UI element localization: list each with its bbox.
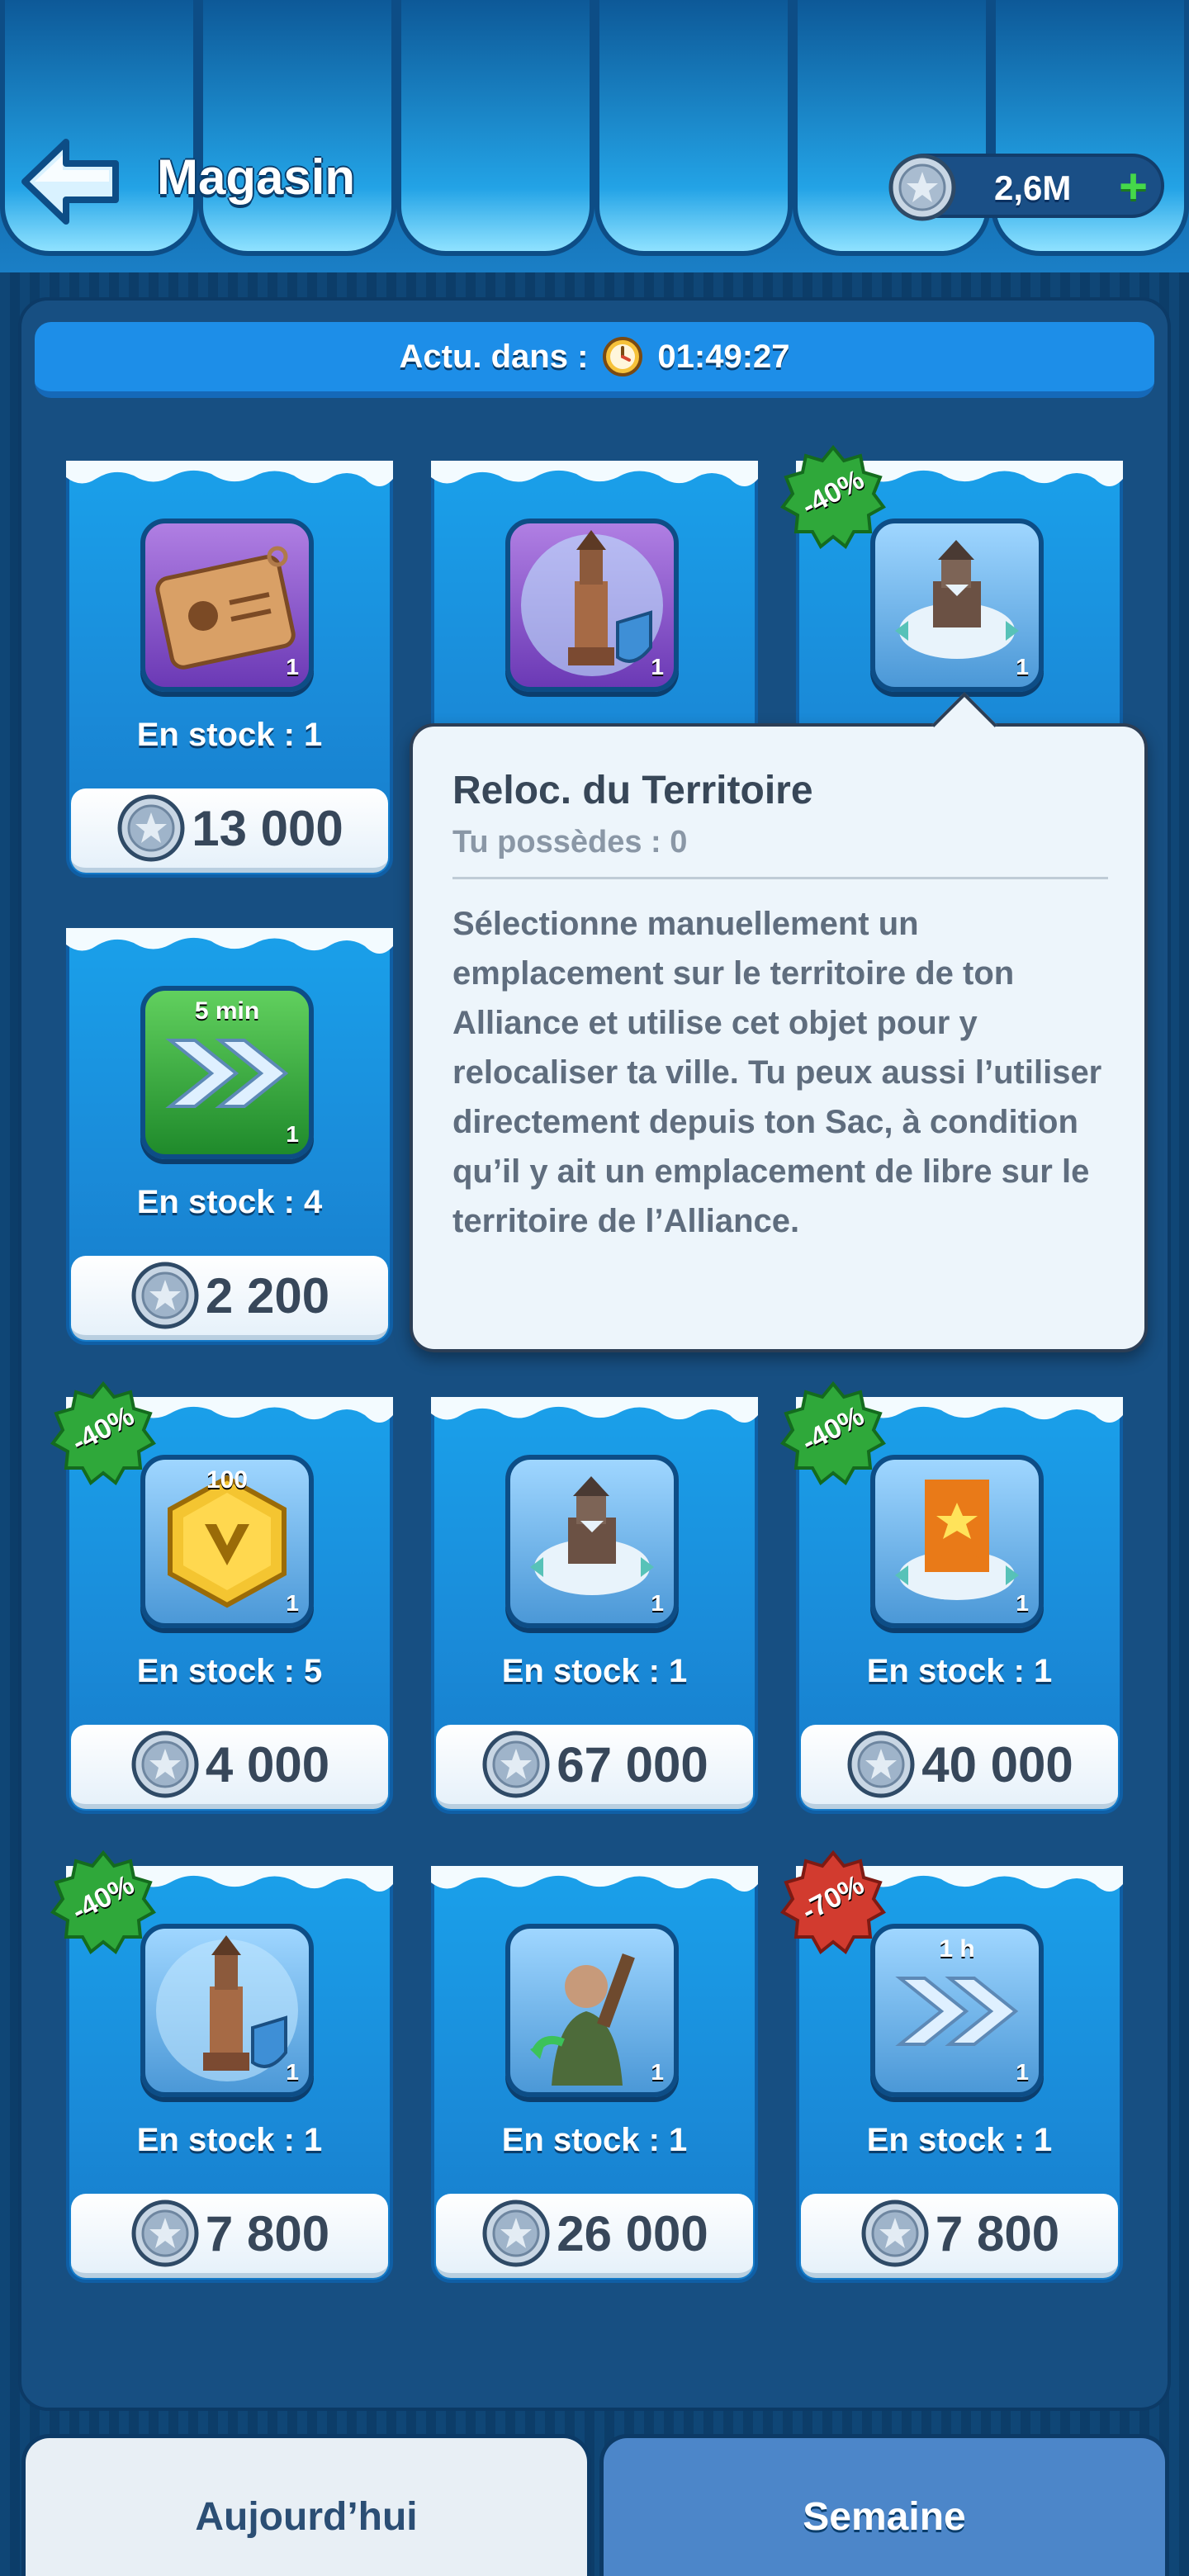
price-button[interactable]: 4 000 bbox=[71, 1725, 388, 1809]
silver-coin-icon bbox=[130, 1729, 201, 1800]
stock-label: En stock : 1 bbox=[136, 717, 323, 753]
discount-badge: -40% bbox=[779, 1380, 887, 1488]
tooltip-divider bbox=[452, 877, 1108, 879]
tab-week-label: Semaine bbox=[803, 2495, 966, 2539]
price-value: 67 000 bbox=[557, 1736, 708, 1792]
currency-amount: 2,6M bbox=[994, 168, 1072, 207]
price-button[interactable]: 7 800 bbox=[801, 2194, 1118, 2278]
price-value: 7 800 bbox=[935, 2205, 1060, 2261]
price-value: 4 000 bbox=[205, 1736, 330, 1792]
stock-label: En stock : 1 bbox=[866, 1653, 1053, 1689]
add-currency-button[interactable]: + bbox=[1119, 162, 1148, 211]
shop-item-card[interactable]: 1 En stock : 1 13 000 bbox=[66, 461, 393, 878]
gold-hexagon-icon: 100 1 bbox=[140, 1455, 314, 1628]
silver-coin-icon bbox=[846, 1729, 917, 1800]
discount-badge: -40% bbox=[50, 1849, 157, 1957]
price-button[interactable]: 2 200 bbox=[71, 1256, 388, 1340]
stock-label: En stock : 1 bbox=[501, 2122, 688, 2158]
silver-coin-icon bbox=[481, 2198, 552, 2269]
discount-badge: -40% bbox=[50, 1380, 157, 1488]
soldier-recruit-icon: 1 bbox=[505, 1924, 679, 2097]
shop-item-card[interactable]: 100 1 En stock : 5 4 000 -40% bbox=[66, 1397, 393, 1814]
clock-icon bbox=[603, 337, 643, 376]
shop-item-card[interactable]: 1 En stock : 1 40 000 -40% bbox=[796, 1397, 1123, 1814]
tooltip-description: Sélectionne manuellement un emplacement … bbox=[452, 906, 1102, 1239]
shop-item-card[interactable]: 1 En stock : 1 67 000 bbox=[431, 1397, 758, 1814]
discount-badge: -40% bbox=[779, 444, 887, 552]
speedup-1h-icon: 1 h 1 bbox=[870, 1924, 1044, 2097]
page-title: Magasin bbox=[157, 149, 356, 205]
shop-item-card[interactable]: 1 En stock : 1 26 000 bbox=[431, 1866, 758, 2283]
tab-today-label: Aujourd’hui bbox=[195, 2495, 418, 2539]
territory-relocation-icon: 1 bbox=[870, 519, 1044, 692]
price-button[interactable]: 67 000 bbox=[436, 1725, 753, 1809]
tooltip-title: Reloc. du Territoire bbox=[452, 769, 813, 812]
price-value: 2 200 bbox=[205, 1267, 330, 1324]
back-arrow-icon[interactable] bbox=[17, 132, 124, 231]
price-value: 26 000 bbox=[557, 2205, 708, 2261]
price-button[interactable]: 26 000 bbox=[436, 2194, 753, 2278]
shop-item-card[interactable]: 1 h 1 En stock : 1 7 800 -70% bbox=[796, 1866, 1123, 2283]
silver-coin-icon bbox=[130, 2198, 201, 2269]
tooltip-owned-count: Tu possèdes : 0 bbox=[452, 825, 688, 859]
price-button[interactable]: 40 000 bbox=[801, 1725, 1118, 1809]
alliance-banner-relocation-icon: 1 bbox=[870, 1455, 1044, 1628]
discount-badge: -70% bbox=[779, 1849, 887, 1957]
header: Magasin 2,6M + bbox=[0, 0, 1189, 272]
stock-label: En stock : 5 bbox=[136, 1653, 323, 1689]
price-button[interactable]: 7 800 bbox=[71, 2194, 388, 2278]
refresh-timer-bar: Actu. dans : 01:49:27 bbox=[35, 322, 1154, 398]
shop-item-card[interactable]: 5 min 1 En stock : 4 2 200 bbox=[66, 928, 393, 1345]
silver-coin-icon bbox=[860, 2198, 931, 2269]
price-value: 13 000 bbox=[192, 800, 343, 856]
speedup-5min-icon: 5 min 1 bbox=[140, 986, 314, 1159]
price-button[interactable]: 13 000 bbox=[71, 788, 388, 873]
silver-coin-icon bbox=[481, 1729, 552, 1800]
silver-coin-icon bbox=[116, 793, 187, 864]
shop-item-card[interactable]: 1 En stock : 1 7 800 -40% bbox=[66, 1866, 393, 2283]
stock-label: En stock : 1 bbox=[136, 2122, 323, 2158]
stock-label: En stock : 4 bbox=[136, 1184, 323, 1220]
stock-label: En stock : 1 bbox=[501, 1653, 688, 1689]
refresh-timer: 01:49:27 bbox=[657, 338, 790, 375]
watchtower-shield-icon: 1 bbox=[140, 1924, 314, 2097]
price-value: 40 000 bbox=[921, 1736, 1073, 1792]
tab-today[interactable]: Aujourd’hui bbox=[21, 2434, 591, 2576]
tab-week[interactable]: Semaine bbox=[599, 2434, 1169, 2576]
currency-display: 2,6M + bbox=[888, 154, 1164, 221]
silver-coin-icon bbox=[130, 1260, 201, 1331]
silver-coin-icon bbox=[888, 154, 956, 221]
price-value: 7 800 bbox=[205, 2205, 330, 2261]
territory-relocation-icon: 1 bbox=[505, 1455, 679, 1628]
item-tooltip: Reloc. du Territoire Tu possèdes : 0 Sél… bbox=[410, 692, 1148, 1352]
watchtower-shield-icon: 1 bbox=[505, 519, 679, 692]
relocation-document-icon: 1 bbox=[140, 519, 314, 692]
refresh-label: Actu. dans : bbox=[399, 338, 589, 375]
stock-label: En stock : 1 bbox=[866, 2122, 1053, 2158]
